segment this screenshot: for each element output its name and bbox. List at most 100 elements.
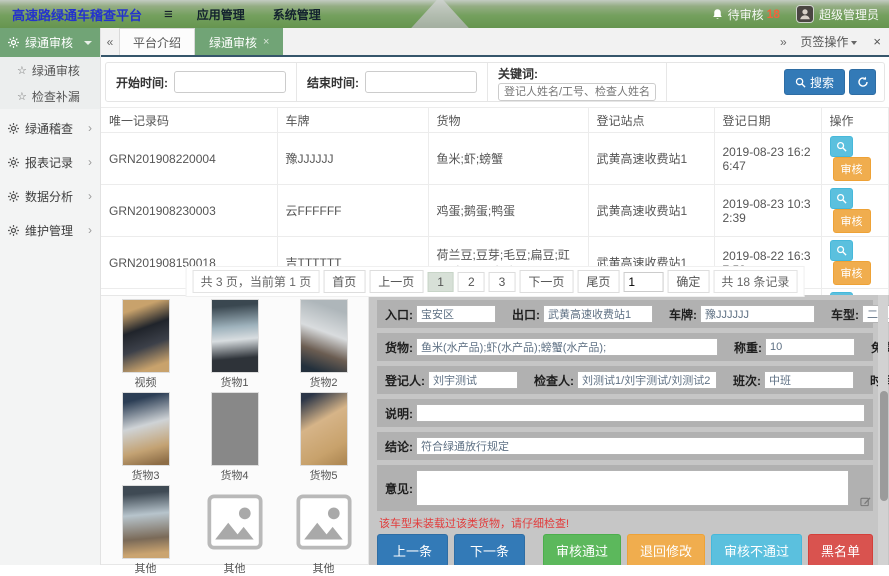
- photo-thumbnail[interactable]: [123, 393, 169, 465]
- tab-label: 绿通审核: [209, 34, 257, 51]
- sidebar-group-green-inspection[interactable]: 绿通稽查 ›: [0, 113, 100, 143]
- exit-input[interactable]: [543, 305, 653, 323]
- inspector-label: 检查人:: [534, 372, 574, 389]
- registrar-input[interactable]: [428, 371, 518, 389]
- tab-platform-intro[interactable]: 平台介绍: [119, 28, 195, 55]
- sidebar-group-report-records[interactable]: 报表记录 ›: [0, 147, 100, 177]
- goods-input[interactable]: [416, 338, 718, 356]
- page-button-2[interactable]: 2: [458, 272, 485, 292]
- gear-icon: [8, 157, 19, 168]
- tab-operations-dropdown[interactable]: 页签操作: [792, 33, 865, 50]
- gear-icon: [8, 191, 19, 202]
- return-for-revision-button[interactable]: 退回修改: [627, 534, 705, 565]
- plate-input[interactable]: [700, 305, 815, 323]
- gallery-item-caption: 货物3: [131, 467, 159, 483]
- entry-label: 入口:: [385, 306, 413, 323]
- form-row-conclusion: 结论:: [377, 432, 873, 460]
- view-detail-button[interactable]: [830, 188, 853, 209]
- gallery-item[interactable]: 货物2: [279, 300, 368, 390]
- conclusion-input[interactable]: [416, 437, 865, 455]
- bell-icon: [711, 8, 724, 21]
- previous-record-button[interactable]: 上一条: [377, 534, 448, 565]
- audit-button[interactable]: 审核: [833, 209, 871, 233]
- weight-input[interactable]: [765, 338, 855, 356]
- first-page-button[interactable]: 首页: [323, 270, 365, 293]
- edit-icon[interactable]: [860, 496, 871, 507]
- start-time-input[interactable]: [174, 71, 286, 93]
- gallery-item-caption: 其他: [313, 560, 335, 576]
- gallery-item[interactable]: 货物5: [279, 393, 368, 483]
- cell-actions: 审核: [821, 133, 889, 185]
- photo-thumbnail[interactable]: [212, 300, 258, 372]
- close-icon[interactable]: ×: [263, 36, 269, 48]
- gallery-item[interactable]: 其他: [101, 486, 190, 576]
- reject-button[interactable]: 审核不通过: [711, 534, 802, 565]
- end-time-label: 结束时间:: [307, 74, 359, 91]
- view-detail-button[interactable]: [830, 136, 853, 157]
- menu-item-app-management[interactable]: 应用管理: [183, 6, 259, 23]
- photo-thumbnail[interactable]: [301, 300, 347, 372]
- gallery-item[interactable]: 货物3: [101, 393, 190, 483]
- tab-green-audit[interactable]: 绿通审核 ×: [195, 28, 283, 55]
- next-page-button[interactable]: 下一页: [519, 270, 573, 293]
- blacklist-button[interactable]: 黑名单: [808, 534, 873, 565]
- hamburger-icon[interactable]: ≡: [154, 6, 183, 23]
- search-button[interactable]: 搜索: [784, 69, 845, 95]
- avatar[interactable]: [796, 5, 814, 23]
- audit-button[interactable]: 审核: [833, 157, 871, 181]
- gallery-item-caption: 其他: [224, 560, 246, 576]
- entry-field: 入口:: [385, 305, 496, 323]
- gallery-item[interactable]: 货物4: [190, 393, 279, 483]
- close-all-tabs-icon[interactable]: ×: [865, 34, 889, 49]
- refresh-button[interactable]: [849, 69, 876, 95]
- registrar-label: 登记人:: [385, 372, 425, 389]
- conclusion-field: 结论:: [385, 437, 865, 455]
- menu-item-system-management[interactable]: 系统管理: [259, 6, 335, 23]
- form-row-goods: 货物: 称重: 免费:: [377, 333, 873, 361]
- gallery-item[interactable]: 货物1: [190, 300, 279, 390]
- gallery-item[interactable]: 视频: [101, 300, 190, 390]
- star-icon: ☆: [17, 64, 27, 77]
- page-jump-input[interactable]: [623, 272, 663, 292]
- note-field: 说明:: [385, 404, 865, 422]
- sidebar-item-inspection-gap[interactable]: ☆ 检查补漏: [0, 83, 100, 109]
- image-placeholder-icon: [296, 494, 352, 550]
- last-page-button[interactable]: 尾页: [577, 270, 619, 293]
- scroll-tabs-left-icon[interactable]: «: [101, 28, 119, 55]
- gallery-item[interactable]: 其他: [190, 486, 279, 576]
- entry-input[interactable]: [416, 305, 496, 323]
- username-label[interactable]: 超级管理员: [819, 6, 879, 23]
- photo-thumbnail[interactable]: [123, 300, 169, 372]
- gallery-item[interactable]: 其他: [279, 486, 368, 576]
- page-button-1[interactable]: 1: [427, 272, 454, 292]
- shift-input[interactable]: [764, 371, 854, 389]
- page-jump-confirm-button[interactable]: 确定: [667, 270, 709, 293]
- photo-thumbnail[interactable]: [301, 393, 347, 465]
- page-button-3[interactable]: 3: [489, 272, 516, 292]
- end-time-field-group: 结束时间:: [297, 63, 488, 101]
- sidebar-group-data-analysis[interactable]: 数据分析 ›: [0, 181, 100, 211]
- photo-thumbnail[interactable]: [123, 486, 169, 558]
- keyword-input[interactable]: [498, 83, 656, 101]
- panel-scrollbar-thumb[interactable]: [880, 391, 888, 501]
- scroll-tabs-right-icon[interactable]: »: [774, 35, 792, 49]
- opinion-textarea[interactable]: [416, 470, 849, 506]
- col-header-date: 登记日期: [714, 108, 821, 133]
- photo-thumbnail[interactable]: [212, 393, 258, 465]
- next-record-button[interactable]: 下一条: [454, 534, 525, 565]
- prev-page-button[interactable]: 上一页: [369, 270, 423, 293]
- approve-button[interactable]: 审核通过: [543, 534, 621, 565]
- inspector-input[interactable]: [577, 371, 717, 389]
- note-input[interactable]: [416, 404, 865, 422]
- evidence-gallery: 视频 货物1 货物2 货物3: [101, 295, 369, 565]
- view-detail-button[interactable]: [830, 240, 853, 261]
- sidebar-group-maintenance[interactable]: 维护管理 ›: [0, 215, 100, 245]
- audit-button[interactable]: 审核: [833, 261, 871, 285]
- registrar-field: 登记人:: [385, 371, 518, 389]
- sidebar-group-green-audit[interactable]: 绿通审核: [0, 28, 100, 57]
- app-header: 高速路绿通车稽查平台 ≡ 应用管理 系统管理 待审核 18 超级管理员: [0, 0, 889, 28]
- sidebar-item-green-audit[interactable]: ☆ 绿通审核: [0, 57, 100, 83]
- plate-field: 车牌:: [669, 305, 815, 323]
- end-time-input[interactable]: [365, 71, 477, 93]
- pending-review-label[interactable]: 待审核: [728, 6, 764, 23]
